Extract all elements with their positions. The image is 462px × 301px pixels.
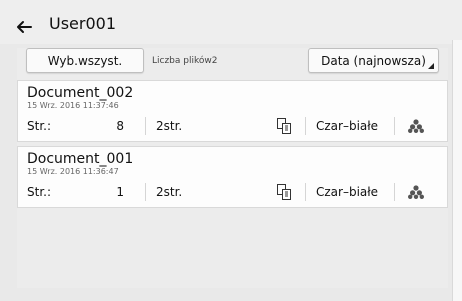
sort-label: Data (najnowsza) [321,53,426,68]
toner-icon [408,185,424,199]
pages-value: 1 [116,185,124,199]
document-name: Document_002 [27,85,134,101]
divider [145,183,146,201]
file-list-panel: Wyb.wszyst. Liczba plików2 Data (najnows… [17,48,448,288]
divider [305,183,306,201]
pages-value: 8 [116,119,124,133]
layout-icon [277,118,291,134]
app-window: User001 Wyb.wszyst. Liczba plików2 Data … [0,0,462,301]
document-timestamp: 15 Wrz. 2016 11:36:47 [27,167,119,176]
color-mode-label: Czar–białe [316,119,379,133]
page-title: User001 [49,14,117,33]
divider [394,117,395,135]
duplex-label: 2str. [156,185,183,199]
duplex-label: 2str. [156,119,183,133]
sort-dropdown[interactable]: Data (najnowsza) [308,48,439,73]
divider [394,183,395,201]
back-arrow-icon [17,21,32,33]
select-all-button[interactable]: Wyb.wszyst. [26,48,144,73]
document-meta-row: Str.: 1 2str. Czar–białe [18,181,449,203]
back-button[interactable] [10,13,38,41]
pages-label: Str.: [27,185,52,199]
color-mode-label: Czar–białe [316,185,379,199]
toner-icon [408,119,424,133]
layout-icon [277,184,291,200]
divider [305,117,306,135]
document-timestamp: 15 Wrz. 2016 11:37:46 [27,101,119,110]
document-meta-row: Str.: 8 2str. Czar–białe [18,115,449,137]
pages-label: Str.: [27,119,52,133]
top-bar: User001 [0,0,462,44]
file-count-label: Liczba plików2 [152,56,218,66]
document-item[interactable]: Document_002 15 Wrz. 2016 11:37:46 Str.:… [17,80,448,142]
select-all-label: Wyb.wszyst. [47,53,123,68]
divider [145,117,146,135]
right-side-panel [452,40,462,301]
dropdown-corner-icon [428,63,434,69]
document-item[interactable]: Document_001 15 Wrz. 2016 11:36:47 Str.:… [17,146,448,208]
document-name: Document_001 [27,151,134,167]
